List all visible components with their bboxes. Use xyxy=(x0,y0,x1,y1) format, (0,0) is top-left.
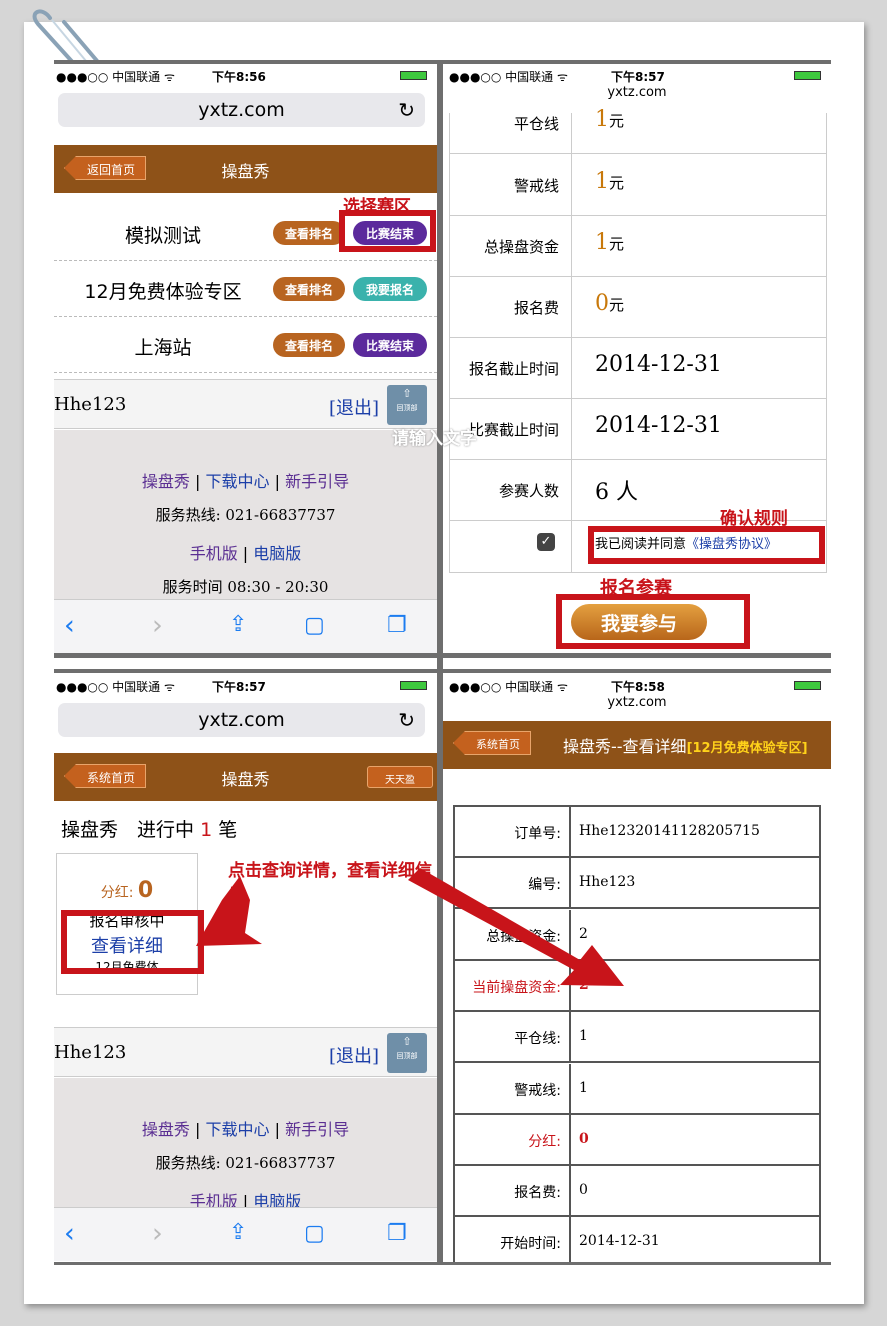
annotation-arrows xyxy=(196,868,624,986)
arrow-left-icon xyxy=(196,876,262,946)
arrow-right-icon xyxy=(408,868,624,986)
